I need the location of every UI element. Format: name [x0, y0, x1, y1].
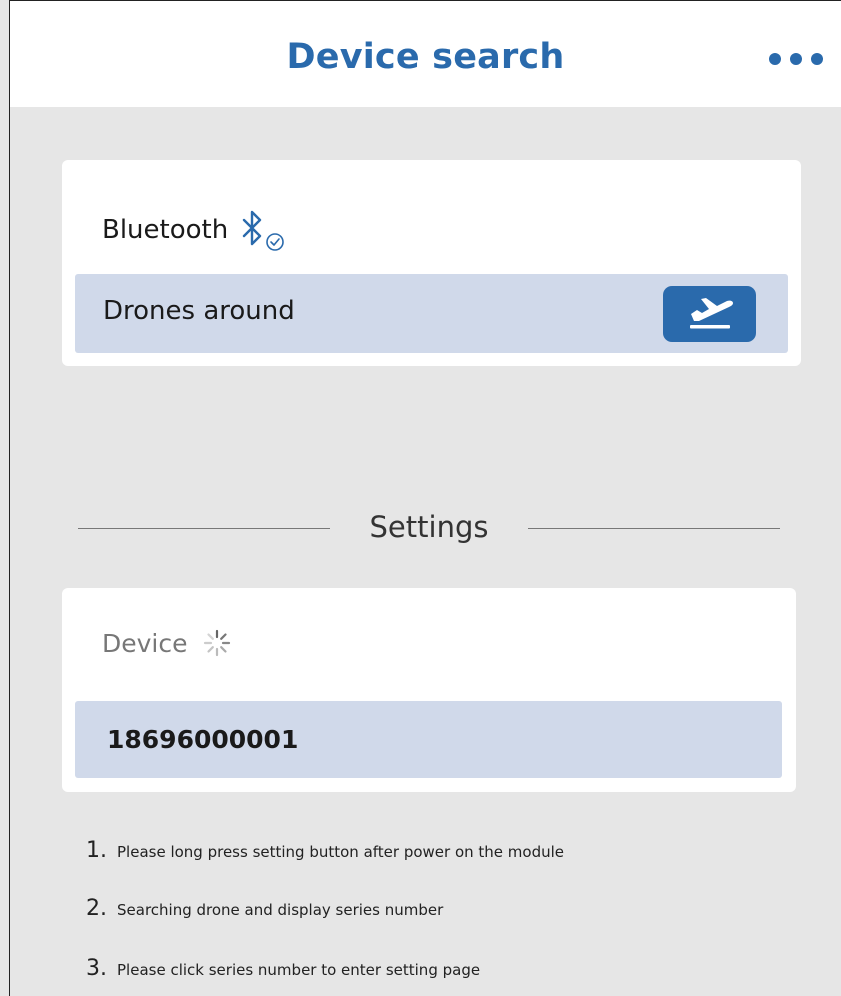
instruction-item: 1. Please long press setting button afte… — [86, 838, 564, 863]
device-serial-row[interactable]: 18696000001 — [75, 701, 782, 778]
top-bar: Device search — [10, 1, 841, 107]
settings-divider: Settings — [78, 504, 780, 550]
instruction-item: 2. Searching drone and display series nu… — [86, 896, 443, 921]
more-options-button[interactable] — [769, 53, 823, 65]
bluetooth-card: Bluetooth Drones around — [62, 160, 801, 366]
drones-around-row[interactable]: Drones around — [75, 274, 788, 353]
instruction-number: 2. — [86, 896, 107, 921]
left-border — [9, 0, 10, 996]
bluetooth-connected-icon — [243, 210, 285, 251]
loading-spinner-icon — [203, 629, 230, 657]
drones-around-label: Drones around — [103, 296, 295, 326]
device-label: Device — [102, 628, 188, 658]
more-options-icon-dot — [790, 53, 802, 65]
instruction-text: Please click series number to enter sett… — [117, 961, 481, 979]
divider-line-left — [78, 528, 330, 529]
bluetooth-header: Bluetooth — [102, 208, 288, 252]
takeoff-button[interactable] — [663, 286, 756, 342]
more-options-icon — [769, 53, 781, 65]
device-header: Device — [102, 628, 232, 658]
takeoff-icon — [689, 298, 733, 329]
instruction-item: 3. Please click series number to enter s… — [86, 956, 480, 981]
page-title: Device search — [286, 37, 565, 77]
divider-line-right — [528, 528, 780, 529]
more-options-icon-dot — [811, 53, 823, 65]
instruction-text: Please long press setting button after p… — [117, 843, 565, 861]
settings-title: Settings — [369, 510, 489, 544]
bluetooth-label: Bluetooth — [102, 215, 229, 245]
device-serial-number: 18696000001 — [107, 725, 299, 754]
instruction-number: 3. — [86, 956, 107, 981]
device-card: Device 18696000001 — [62, 588, 796, 792]
instruction-number: 1. — [86, 838, 107, 863]
instruction-text: Searching drone and display series numbe… — [117, 901, 444, 919]
